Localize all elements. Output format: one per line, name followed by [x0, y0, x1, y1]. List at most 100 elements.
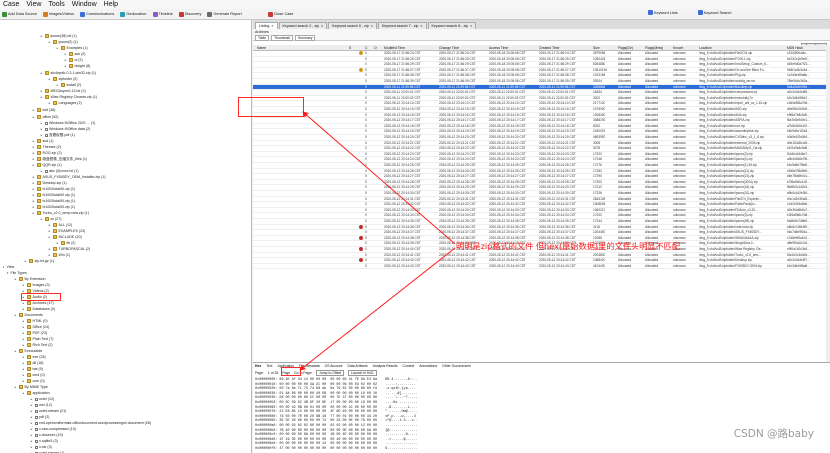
- expand-icon[interactable]: ▸: [48, 223, 51, 227]
- expand-icon[interactable]: ▸: [30, 439, 33, 443]
- menu-case[interactable]: Case: [3, 1, 19, 9]
- table-row[interactable]: FX505DY-OEM.zip02020-05-12 20:14:43 CST2…: [253, 264, 830, 270]
- checkbox-icon[interactable]: [34, 427, 38, 431]
- checkbox-icon[interactable]: [34, 421, 38, 425]
- toolbar-item-2[interactable]: Communications: [79, 11, 114, 17]
- expand-icon[interactable]: ▸: [22, 331, 25, 335]
- expand-icon[interactable]: ▸: [30, 409, 33, 413]
- expand-icon[interactable]: ▸: [40, 34, 43, 38]
- menu-view[interactable]: View: [26, 1, 41, 9]
- toolbar-item-0[interactable]: Add Data Source: [2, 11, 37, 17]
- expand-icon[interactable]: ▸: [32, 157, 35, 161]
- expand-icon[interactable]: ▸: [32, 151, 35, 155]
- expand-icon[interactable]: ▸: [30, 445, 33, 449]
- expand-icon[interactable]: ▸: [32, 193, 35, 197]
- expand-icon[interactable]: ▸: [64, 64, 67, 68]
- checkbox-icon[interactable]: [34, 433, 38, 437]
- tree-node[interactable]: ▸ zip.txt.gz (1): [24, 258, 54, 264]
- expand-icon[interactable]: ▸: [14, 385, 17, 389]
- expand-icon[interactable]: ▸: [22, 355, 25, 359]
- checkbox-icon[interactable]: [44, 169, 48, 173]
- expand-icon[interactable]: ▸: [40, 121, 43, 125]
- viewer-tab-9[interactable]: Other Occurrences: [442, 364, 471, 368]
- expand-icon[interactable]: ▸: [40, 169, 43, 173]
- expand-icon[interactable]: ▸: [40, 95, 43, 99]
- expand-icon[interactable]: ▸: [32, 205, 35, 209]
- close-icon[interactable]: ×: [470, 24, 472, 28]
- toolbar-item-4[interactable]: Timeline: [152, 11, 173, 17]
- expand-icon[interactable]: ▸: [22, 301, 25, 305]
- result-tab-2[interactable]: Keyword search 5 - zip ×: [328, 22, 377, 29]
- expand-icon[interactable]: ▸: [40, 89, 43, 93]
- close-icon[interactable]: ×: [271, 24, 273, 28]
- expand-icon[interactable]: ▸: [22, 283, 25, 287]
- view-tab-summary[interactable]: Summary: [294, 35, 316, 41]
- viewer-tab-7[interactable]: Context: [403, 364, 415, 368]
- viewer-tab-0[interactable]: Hex: [255, 364, 261, 368]
- table-scrollbar[interactable]: [826, 45, 830, 362]
- expand-icon[interactable]: ▸: [22, 337, 25, 341]
- expand-icon[interactable]: ▸: [22, 391, 25, 395]
- expand-icon[interactable]: ▸: [48, 77, 51, 81]
- expand-icon[interactable]: ▸: [30, 421, 33, 425]
- expand-icon[interactable]: ▸: [32, 145, 35, 149]
- result-tab-1[interactable]: Keyword search 2 - zip ×: [278, 22, 328, 29]
- expand-icon[interactable]: ▸: [22, 367, 25, 371]
- expand-icon[interactable]: ▸: [22, 373, 25, 377]
- toolbar-item-3[interactable]: Geolocation: [120, 11, 147, 17]
- menu-tools[interactable]: Tools: [48, 1, 64, 9]
- expand-icon[interactable]: ▾: [2, 265, 5, 269]
- expand-icon[interactable]: ▸: [48, 247, 51, 251]
- expand-icon[interactable]: ▸: [32, 108, 35, 112]
- viewer-tab-3[interactable]: File Metadata: [299, 364, 320, 368]
- expand-icon[interactable]: ▸: [32, 211, 35, 215]
- expand-icon[interactable]: ▸: [32, 115, 35, 119]
- close-icon[interactable]: ×: [420, 24, 422, 28]
- tree-node[interactable]: ▸ dwight (8): [64, 63, 91, 69]
- expand-icon[interactable]: ▸: [24, 259, 27, 263]
- expand-icon[interactable]: ▾: [6, 271, 9, 275]
- checkbox-icon[interactable]: [44, 121, 48, 125]
- checkbox-icon[interactable]: [34, 397, 38, 401]
- expand-icon[interactable]: ▸: [14, 277, 17, 281]
- viewer-tab-6[interactable]: Analysis Results: [373, 364, 398, 368]
- expand-icon[interactable]: ▸: [30, 433, 33, 437]
- expand-icon[interactable]: ▸: [32, 181, 35, 185]
- expand-icon[interactable]: ▸: [40, 71, 43, 75]
- viewer-tab-4[interactable]: OS Account: [325, 364, 343, 368]
- toolbar-item-5[interactable]: Discovery: [178, 11, 201, 17]
- result-tab-3[interactable]: Keyword search 7 - zip ×: [377, 22, 427, 29]
- result-tab-4[interactable]: Keyword search 8 - zip ×: [427, 22, 477, 29]
- menu-help[interactable]: Help: [104, 1, 118, 9]
- close-icon[interactable]: ×: [371, 24, 373, 28]
- checkbox-icon[interactable]: [34, 445, 38, 449]
- tree-panel[interactable]: ▸ ipsum(38).txt (1) ▸ ipsum(2) (1) ▸ Examples…: [0, 20, 252, 453]
- checkbox-icon[interactable]: [34, 403, 38, 407]
- checkbox-icon[interactable]: [44, 127, 48, 131]
- expand-icon[interactable]: ▸: [40, 217, 43, 221]
- expand-icon[interactable]: ▸: [22, 361, 25, 365]
- checkbox-icon[interactable]: [34, 409, 38, 413]
- expand-icon[interactable]: ▸: [48, 235, 51, 239]
- expand-icon[interactable]: ▸: [64, 52, 67, 56]
- checkbox-icon[interactable]: [44, 133, 48, 137]
- viewer-tab-5[interactable]: Data Artifacts: [348, 364, 368, 368]
- view-tab-thumbnail[interactable]: Thumbnail: [271, 35, 293, 41]
- expand-icon[interactable]: ▸: [40, 127, 43, 131]
- close-icon[interactable]: ×: [321, 24, 323, 28]
- jump-offset-button[interactable]: Jump to Offset: [316, 370, 345, 376]
- view-tab-table[interactable]: Table: [255, 35, 270, 41]
- expand-icon[interactable]: ▸: [56, 241, 59, 245]
- checkbox-icon[interactable]: [34, 439, 38, 443]
- expand-icon[interactable]: ▸: [48, 101, 51, 105]
- expand-icon[interactable]: ▸: [22, 379, 25, 383]
- expand-icon[interactable]: ▸: [22, 325, 25, 329]
- expand-icon[interactable]: ▸: [30, 415, 33, 419]
- expand-icon[interactable]: ▸: [22, 343, 25, 347]
- expand-icon[interactable]: ▸: [14, 313, 17, 317]
- expand-icon[interactable]: ▸: [32, 163, 35, 167]
- expand-icon[interactable]: ▸: [48, 229, 51, 233]
- launch-hxd-button[interactable]: Launch in HxD: [348, 370, 377, 376]
- expand-icon[interactable]: ▸: [32, 175, 35, 179]
- expand-icon[interactable]: ▸: [30, 403, 33, 407]
